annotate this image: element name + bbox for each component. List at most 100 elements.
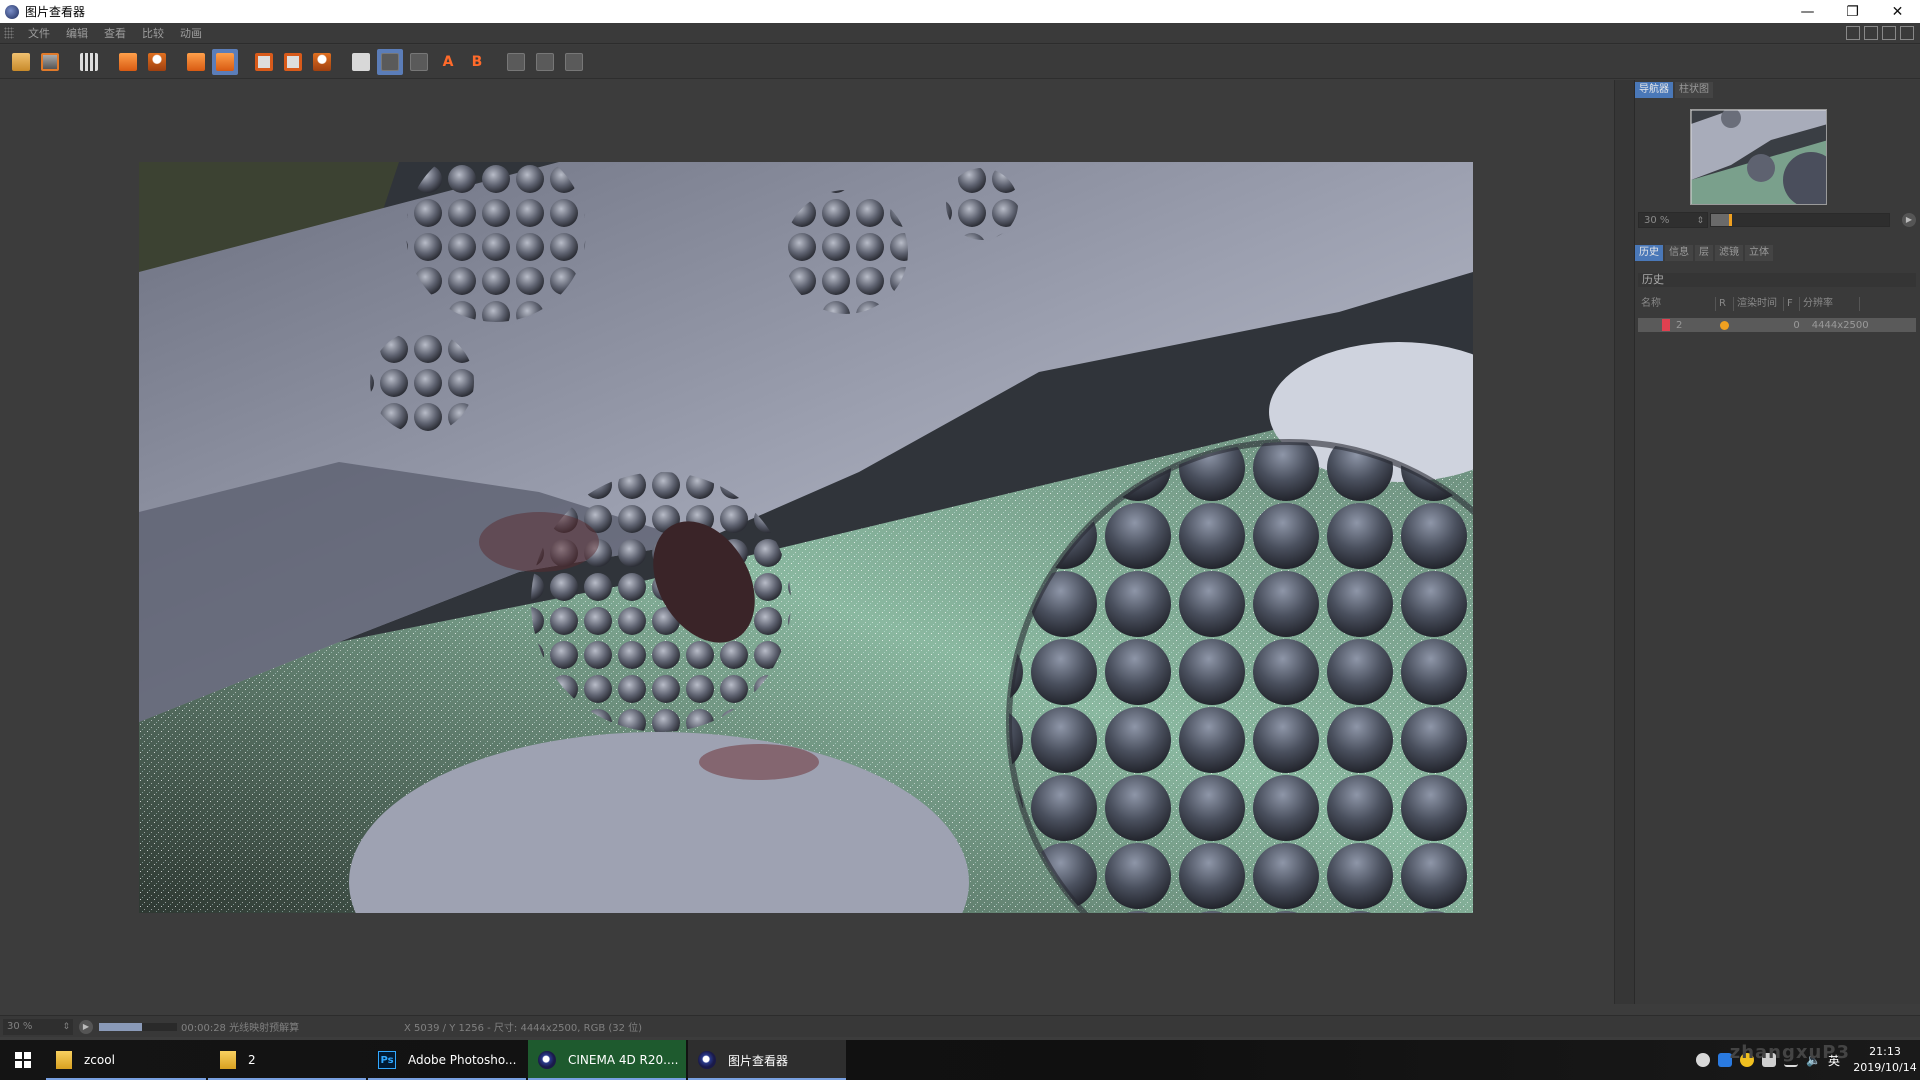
tab-navigator[interactable]: 导航器 [1635, 82, 1673, 98]
taskbar-item-zcool[interactable]: zcool [46, 1040, 206, 1080]
watermark-text: zhangxuP3 [1729, 1042, 1850, 1063]
history-column-headers: 名称 R 渲染时间 F 分辨率 [1638, 297, 1916, 311]
render-time-status: 00:00:28 光线映射预解算 [181, 1023, 300, 1034]
navigator-tabs: 导航器 柱状图 [1635, 82, 1713, 98]
render-progress-bar [99, 1022, 177, 1031]
split-vertical-icon [565, 52, 583, 71]
ab-compare-button[interactable] [348, 49, 374, 75]
render-region-button[interactable] [115, 49, 141, 75]
window-title: 图片查看器 [25, 5, 86, 19]
system-tray: zhangxuP3 🔈 英 21:13 2019/10/14 [1695, 1040, 1920, 1080]
clock-date: 2019/10/14 [1853, 1061, 1917, 1074]
menu-file[interactable]: 文件 [20, 25, 58, 41]
cinema4d-icon [698, 1051, 716, 1069]
menu-compare[interactable]: 比较 [134, 25, 172, 41]
render-progress-fill [99, 1022, 142, 1031]
open-button[interactable] [8, 49, 34, 75]
taskbar-item-label: zcool [84, 1053, 115, 1067]
menu-grip-icon[interactable] [4, 27, 14, 39]
clapper-icon [80, 52, 98, 71]
clock-time: 21:13 [1869, 1045, 1901, 1058]
tab-histogram[interactable]: 柱状图 [1675, 82, 1713, 98]
menu-view[interactable]: 查看 [96, 25, 134, 41]
column-r[interactable]: R [1716, 297, 1734, 311]
open-folder-icon [12, 52, 30, 71]
frame-icon [255, 52, 273, 71]
frame-button[interactable] [251, 49, 277, 75]
image-viewport[interactable] [0, 80, 1614, 1004]
taskbar-item-label: CINEMA 4D R20.... [568, 1053, 679, 1067]
folder-icon [220, 1051, 236, 1069]
windows-icon [15, 1052, 31, 1068]
render-settings-icon [119, 52, 137, 71]
close-button[interactable]: ✕ [1875, 0, 1920, 23]
history-row-frame: 0 [1793, 319, 1800, 331]
swap-icon [507, 52, 525, 71]
navigator-thumbnail[interactable] [1690, 109, 1827, 205]
pixel-info-status: X 5039 / Y 1256 - 尺寸: 4444x2500, RGB (32… [404, 1023, 643, 1034]
taskbar-item-picture-viewer[interactable]: 图片查看器 [688, 1040, 846, 1080]
render-person-button[interactable] [144, 49, 170, 75]
taskbar-item-cinema4d[interactable]: CINEMA 4D R20.... [528, 1040, 686, 1080]
zoom-slider-handle[interactable] [1728, 214, 1732, 226]
start-button[interactable] [0, 1040, 46, 1080]
history-row-name: 2 [1676, 319, 1683, 331]
frame-region-button[interactable] [280, 49, 306, 75]
navigator-zoom-field[interactable]: 30 % [1638, 212, 1708, 229]
tab-history[interactable]: 历史 [1635, 245, 1663, 261]
render-animation-button[interactable] [76, 49, 102, 75]
zoom-play-icon[interactable]: ▶ [1902, 213, 1916, 227]
navigator-zoom-row: 30 % ▶ [1638, 212, 1918, 229]
cinema4d-icon [538, 1051, 556, 1069]
toolbar: A B [0, 45, 1920, 79]
swap-button[interactable] [503, 49, 529, 75]
column-f[interactable]: F [1784, 297, 1800, 311]
ab-toggle-button[interactable] [406, 49, 432, 75]
menu-animation[interactable]: 动画 [172, 25, 210, 41]
tab-stereo[interactable]: 立体 [1745, 245, 1773, 261]
split-v-button[interactable] [561, 49, 587, 75]
column-render-time[interactable]: 渲染时间 [1734, 297, 1784, 311]
save-icon [41, 52, 59, 71]
move-panel-icon[interactable] [1882, 26, 1896, 40]
set-b-button[interactable]: B [464, 49, 490, 75]
tab-filters[interactable]: 滤镜 [1715, 245, 1743, 261]
history-row[interactable]: 2 0 4444x2500 [1638, 318, 1916, 332]
paste-button[interactable] [212, 48, 238, 75]
copy-icon [187, 52, 205, 71]
paste-icon [216, 52, 234, 71]
column-resolution[interactable]: 分辨率 [1800, 297, 1860, 311]
taskbar: zcool 2 Ps Adobe Photosho... CINEMA 4D R… [0, 1040, 1920, 1080]
taskbar-item-label: 图片查看器 [728, 1053, 789, 1068]
tab-layers[interactable]: 层 [1695, 245, 1713, 261]
history-thumbnail-icon [1662, 319, 1670, 331]
new-panel-icon[interactable] [1864, 26, 1878, 40]
menu-edit[interactable]: 编辑 [58, 25, 96, 41]
taskbar-item-folder-2[interactable]: 2 [208, 1040, 366, 1080]
navigator-zoom-slider[interactable] [1710, 213, 1890, 227]
panel-divider[interactable] [1614, 80, 1634, 1004]
window-controls: — ❐ ✕ [1785, 0, 1920, 23]
render-picture [139, 162, 1473, 913]
frame-person-button[interactable] [309, 49, 335, 75]
ab-split-button[interactable] [377, 48, 403, 75]
taskbar-item-photoshop[interactable]: Ps Adobe Photosho... [368, 1040, 526, 1080]
panel-layout-icon[interactable] [1846, 26, 1860, 40]
render-image[interactable] [139, 162, 1473, 913]
status-play-icon[interactable]: ▶ [79, 1019, 93, 1034]
frame-person-icon [313, 52, 331, 71]
minimize-button[interactable]: — [1785, 0, 1830, 23]
dock-icon[interactable] [1900, 26, 1914, 40]
clock[interactable]: 21:13 2019/10/14 [1850, 1044, 1920, 1076]
set-a-button[interactable]: A [435, 49, 461, 75]
tab-info[interactable]: 信息 [1665, 245, 1693, 261]
render-status-dot-icon [1720, 320, 1730, 330]
split-horizontal-icon [536, 52, 554, 71]
save-button[interactable] [37, 49, 63, 75]
qq-icon[interactable] [1695, 1053, 1710, 1067]
status-zoom-field[interactable]: 30 % [3, 1018, 73, 1035]
column-name[interactable]: 名称 [1638, 297, 1716, 311]
copy-button[interactable] [183, 49, 209, 75]
split-h-button[interactable] [532, 49, 558, 75]
restore-button[interactable]: ❐ [1830, 0, 1875, 23]
